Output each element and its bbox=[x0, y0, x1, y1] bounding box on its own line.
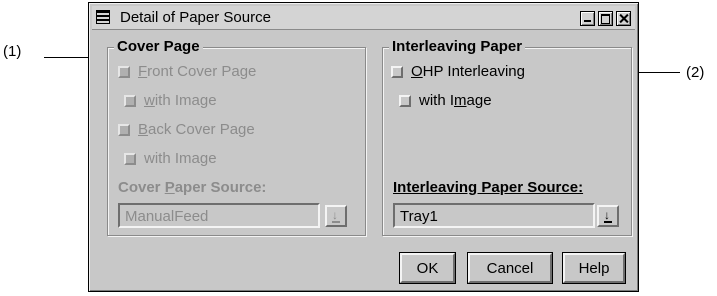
title-bar[interactable]: Detail of Paper Source bbox=[92, 6, 635, 30]
cancel-button[interactable]: Cancel bbox=[468, 253, 552, 283]
front-with-image-mnemonic: w bbox=[144, 92, 155, 109]
back-cover-mnemonic: B bbox=[138, 121, 149, 138]
interleaving-group-title: Interleaving Paper bbox=[389, 38, 526, 55]
interleaving-with-image-mnemonic: m bbox=[454, 92, 467, 109]
interleaving-paper-group: Interleaving Paper O HP Interleaving with… bbox=[382, 38, 632, 236]
front-cover-label: ront Cover Page bbox=[147, 63, 257, 80]
interleaving-with-image-pre: with I bbox=[419, 92, 455, 109]
interleaving-with-image-post: age bbox=[466, 92, 492, 109]
back-cover-checkbox-box[interactable] bbox=[118, 123, 130, 136]
interleaving-with-image-checkbox[interactable]: with Im age bbox=[399, 92, 492, 109]
dropdown-arrow-icon: ↓ bbox=[332, 208, 338, 222]
interleaving-source-dropdown-button[interactable]: ↓ bbox=[597, 205, 619, 227]
interleaving-paper-source-label: Interleaving Paper Source: bbox=[393, 179, 584, 196]
cover-source-label-mnemonic: P bbox=[164, 179, 175, 196]
front-with-image-checkbox-box[interactable] bbox=[124, 94, 136, 107]
cover-page-group-title: Cover Page bbox=[114, 38, 203, 55]
cover-source-label-pre: Cover bbox=[118, 179, 165, 196]
callout-2-label: (2) bbox=[686, 64, 705, 81]
ohp-mnemonic: O bbox=[411, 63, 423, 80]
dialog-window: Detail of Paper Source Cover Page Front … bbox=[88, 2, 639, 292]
back-with-image-label: with Image bbox=[144, 150, 217, 167]
ohp-label: HP Interleaving bbox=[422, 63, 525, 80]
window-title: Detail of Paper Source bbox=[120, 9, 271, 26]
cover-paper-source-field[interactable]: ManualFeed bbox=[118, 203, 320, 228]
cover-paper-source-label: Cover Paper Source: bbox=[118, 179, 266, 196]
front-cover-mnemonic: F bbox=[138, 63, 148, 80]
window-menu-icon[interactable] bbox=[96, 10, 110, 24]
callout-1-label: (1) bbox=[3, 43, 22, 60]
ohp-interleaving-checkbox-box[interactable] bbox=[391, 65, 403, 78]
dropdown-arrow-icon: ↓ bbox=[604, 208, 610, 222]
back-with-image-checkbox-box[interactable] bbox=[124, 152, 136, 165]
help-button[interactable]: Help bbox=[563, 253, 625, 283]
back-cover-label: ack Cover Page bbox=[148, 121, 255, 138]
cover-source-dropdown-button[interactable]: ↓ bbox=[325, 205, 347, 227]
front-cover-checkbox-box[interactable] bbox=[118, 65, 130, 78]
interleaving-with-image-checkbox-box[interactable] bbox=[399, 94, 411, 107]
close-button[interactable] bbox=[616, 11, 631, 26]
cover-page-group: Cover Page Front Cover Page w ith Image B… bbox=[107, 38, 366, 236]
back-with-image-checkbox[interactable]: with Image bbox=[124, 150, 217, 167]
front-with-image-label: ith Image bbox=[154, 92, 217, 109]
front-with-image-checkbox[interactable]: w ith Image bbox=[124, 92, 217, 109]
front-cover-checkbox[interactable]: Front Cover Page bbox=[118, 63, 256, 80]
cover-source-label-post: aper Source: bbox=[174, 179, 267, 196]
minimize-button[interactable] bbox=[580, 11, 595, 26]
ok-button[interactable]: OK bbox=[400, 253, 455, 283]
back-cover-checkbox[interactable]: Back Cover Page bbox=[118, 121, 255, 138]
maximize-button[interactable] bbox=[598, 11, 613, 26]
ohp-interleaving-checkbox[interactable]: O HP Interleaving bbox=[391, 63, 525, 80]
interleaving-paper-source-field[interactable]: Tray1 bbox=[393, 203, 595, 228]
